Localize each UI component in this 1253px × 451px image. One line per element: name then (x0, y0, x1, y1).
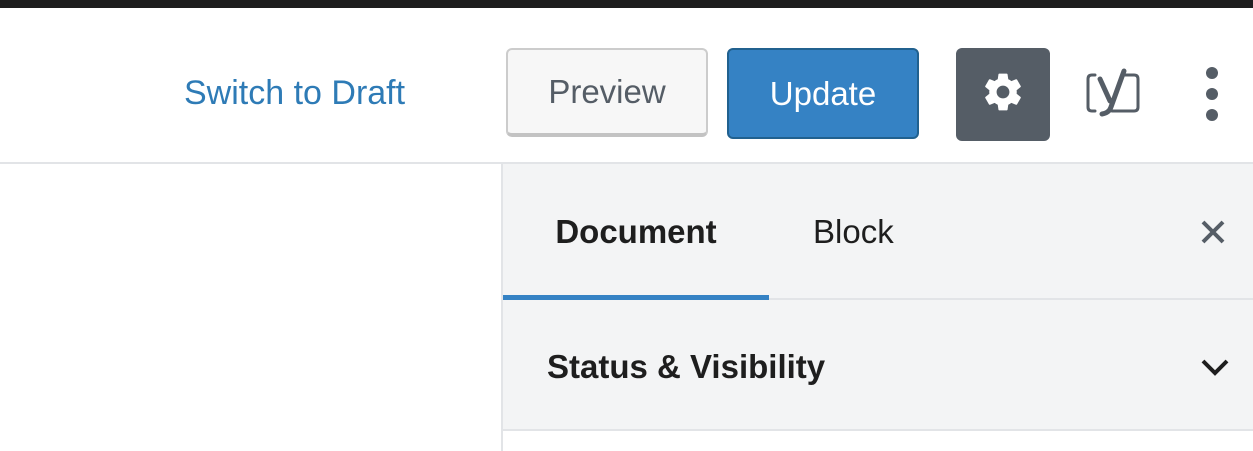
more-options-button[interactable] (1188, 58, 1236, 134)
tab-document-label: Document (555, 213, 717, 250)
panel-body (503, 431, 1253, 451)
switch-to-draft-button[interactable]: Switch to Draft (184, 74, 405, 113)
yoast-seo-button[interactable] (1080, 60, 1150, 130)
sidebar-tabs: Document Block (503, 164, 1253, 302)
close-icon (1200, 219, 1226, 250)
tab-block-label: Block (813, 213, 894, 250)
yoast-icon (1084, 67, 1146, 124)
settings-sidebar: Document Block Status & Visibility (501, 164, 1253, 451)
update-button-label: Update (769, 74, 877, 112)
editor-header: Switch to Draft Preview Update (0, 8, 1253, 162)
tab-block[interactable]: Block (813, 164, 894, 300)
chevron-down-icon (1197, 352, 1233, 382)
more-vertical-icon (1205, 66, 1219, 127)
settings-button[interactable] (956, 48, 1050, 141)
update-button[interactable]: Update (727, 48, 919, 139)
status-visibility-panel-toggle[interactable]: Status & Visibility (503, 300, 1253, 431)
preview-button-label: Preview (548, 72, 666, 110)
preview-button[interactable]: Preview (506, 48, 708, 137)
panel-title: Status & Visibility (547, 348, 826, 385)
admin-bar-border (0, 0, 1253, 8)
gear-icon (981, 70, 1025, 119)
tab-document[interactable]: Document (503, 164, 769, 302)
close-sidebar-button[interactable] (1191, 212, 1235, 256)
